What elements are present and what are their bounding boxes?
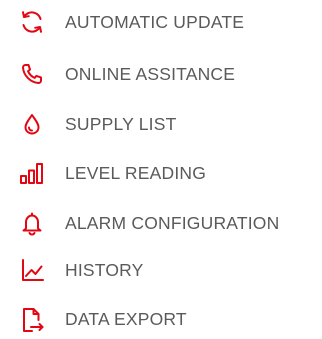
menu-item-label: DATA EXPORT xyxy=(65,309,187,329)
menu-item-data-export[interactable]: DATA EXPORT xyxy=(0,299,322,339)
menu-item-alarm-configuration[interactable]: ALARM CONFIGURATION xyxy=(0,203,322,243)
menu-item-label: AUTOMATIC UPDATE xyxy=(65,12,245,32)
menu-item-label: LEVEL READING xyxy=(65,163,207,183)
menu-item-level-reading[interactable]: LEVEL READING xyxy=(0,153,322,193)
menu-item-supply-list[interactable]: SUPPLY LIST xyxy=(0,104,322,144)
file-export-icon xyxy=(18,305,46,333)
bell-icon xyxy=(18,209,46,237)
menu-item-label: HISTORY xyxy=(65,260,144,280)
menu-item-label: ONLINE ASSITANCE xyxy=(65,64,236,84)
line-chart-icon xyxy=(18,256,46,284)
menu-item-label: SUPPLY LIST xyxy=(65,114,177,134)
phone-icon xyxy=(18,60,46,88)
menu-item-history[interactable]: HISTORY xyxy=(0,250,322,290)
bar-chart-icon xyxy=(18,159,46,187)
menu-item-automatic-update[interactable]: AUTOMATIC UPDATE xyxy=(0,2,322,42)
refresh-icon xyxy=(18,8,46,36)
side-menu: AUTOMATIC UPDATE ONLINE ASSITANCE SUPPLY… xyxy=(0,0,322,332)
menu-item-online-assistance[interactable]: ONLINE ASSITANCE xyxy=(0,54,322,94)
drop-icon xyxy=(18,110,46,138)
menu-item-label: ALARM CONFIGURATION xyxy=(65,213,280,233)
